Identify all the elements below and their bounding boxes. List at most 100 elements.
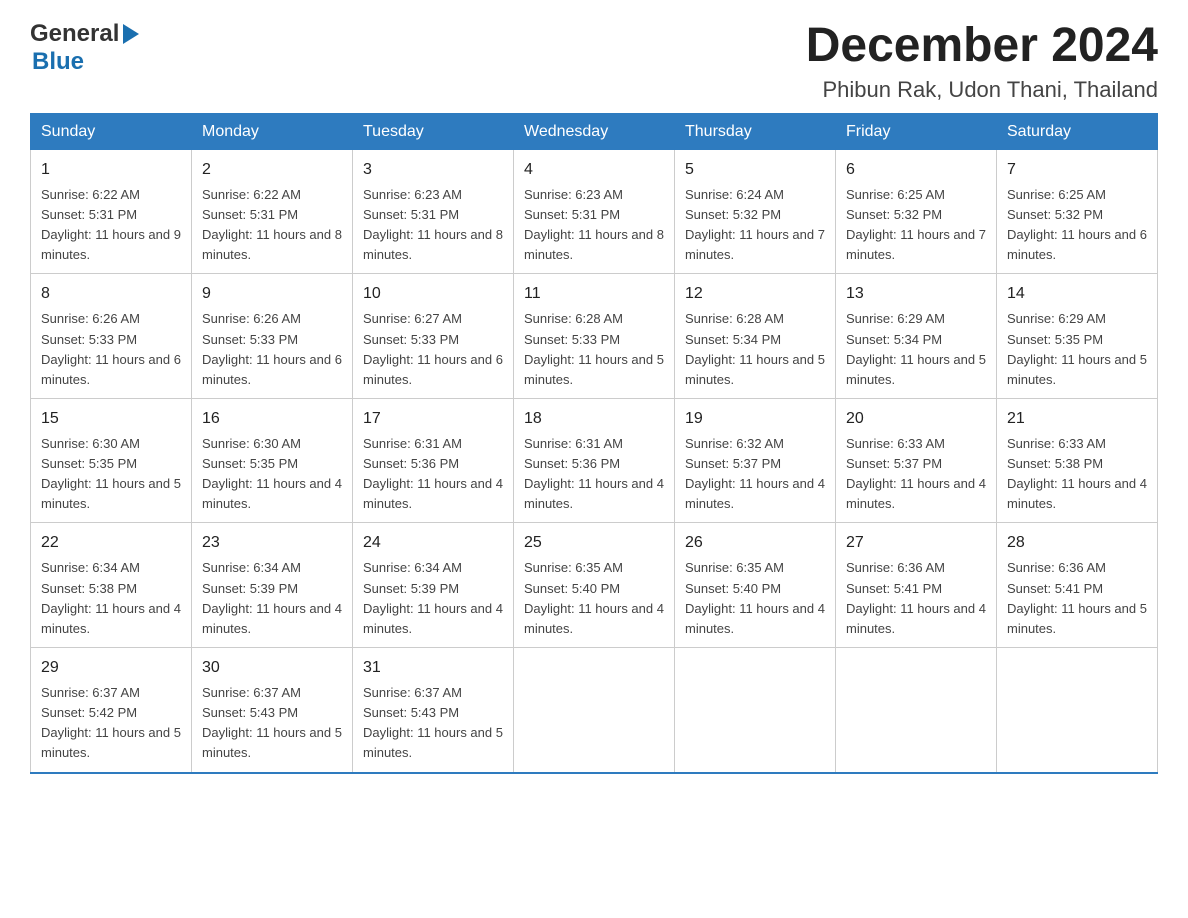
day-cell: 8 Sunrise: 6:26 AMSunset: 5:33 PMDayligh… (31, 274, 192, 399)
date-number: 8 (41, 282, 181, 306)
date-number: 5 (685, 158, 825, 182)
week-row-1: 1 Sunrise: 6:22 AMSunset: 5:31 PMDayligh… (31, 149, 1158, 274)
date-number: 23 (202, 531, 342, 555)
date-number: 2 (202, 158, 342, 182)
week-row-3: 15 Sunrise: 6:30 AMSunset: 5:35 PMDaylig… (31, 398, 1158, 523)
date-number: 16 (202, 407, 342, 431)
date-number: 11 (524, 282, 664, 306)
day-cell: 14 Sunrise: 6:29 AMSunset: 5:35 PMDaylig… (997, 274, 1158, 399)
day-cell: 13 Sunrise: 6:29 AMSunset: 5:34 PMDaylig… (836, 274, 997, 399)
date-number: 14 (1007, 282, 1147, 306)
day-info: Sunrise: 6:22 AMSunset: 5:31 PMDaylight:… (202, 187, 342, 262)
day-info: Sunrise: 6:30 AMSunset: 5:35 PMDaylight:… (202, 436, 342, 511)
day-cell (675, 648, 836, 773)
day-info: Sunrise: 6:26 AMSunset: 5:33 PMDaylight:… (202, 311, 342, 386)
day-header-sunday: Sunday (31, 114, 192, 150)
day-cell: 15 Sunrise: 6:30 AMSunset: 5:35 PMDaylig… (31, 398, 192, 523)
day-info: Sunrise: 6:25 AMSunset: 5:32 PMDaylight:… (846, 187, 986, 262)
day-cell: 3 Sunrise: 6:23 AMSunset: 5:31 PMDayligh… (353, 149, 514, 274)
week-row-4: 22 Sunrise: 6:34 AMSunset: 5:38 PMDaylig… (31, 523, 1158, 648)
day-cell: 24 Sunrise: 6:34 AMSunset: 5:39 PMDaylig… (353, 523, 514, 648)
day-header-wednesday: Wednesday (514, 114, 675, 150)
day-cell: 31 Sunrise: 6:37 AMSunset: 5:43 PMDaylig… (353, 648, 514, 773)
day-cell: 5 Sunrise: 6:24 AMSunset: 5:32 PMDayligh… (675, 149, 836, 274)
day-cell: 2 Sunrise: 6:22 AMSunset: 5:31 PMDayligh… (192, 149, 353, 274)
day-cell: 30 Sunrise: 6:37 AMSunset: 5:43 PMDaylig… (192, 648, 353, 773)
day-info: Sunrise: 6:34 AMSunset: 5:38 PMDaylight:… (41, 560, 181, 635)
day-info: Sunrise: 6:28 AMSunset: 5:33 PMDaylight:… (524, 311, 664, 386)
day-info: Sunrise: 6:33 AMSunset: 5:37 PMDaylight:… (846, 436, 986, 511)
location-subtitle: Phibun Rak, Udon Thani, Thailand (806, 77, 1158, 103)
page-header: General Blue December 2024 Phibun Rak, U… (30, 20, 1158, 103)
day-cell (836, 648, 997, 773)
day-header-tuesday: Tuesday (353, 114, 514, 150)
date-number: 25 (524, 531, 664, 555)
day-cell: 20 Sunrise: 6:33 AMSunset: 5:37 PMDaylig… (836, 398, 997, 523)
day-cell (997, 648, 1158, 773)
day-info: Sunrise: 6:22 AMSunset: 5:31 PMDaylight:… (41, 187, 181, 262)
day-info: Sunrise: 6:37 AMSunset: 5:43 PMDaylight:… (202, 685, 342, 760)
date-number: 30 (202, 656, 342, 680)
logo-arrow-icon (123, 24, 139, 44)
day-cell: 10 Sunrise: 6:27 AMSunset: 5:33 PMDaylig… (353, 274, 514, 399)
day-cell: 9 Sunrise: 6:26 AMSunset: 5:33 PMDayligh… (192, 274, 353, 399)
date-number: 1 (41, 158, 181, 182)
date-number: 19 (685, 407, 825, 431)
week-row-2: 8 Sunrise: 6:26 AMSunset: 5:33 PMDayligh… (31, 274, 1158, 399)
day-info: Sunrise: 6:34 AMSunset: 5:39 PMDaylight:… (202, 560, 342, 635)
date-number: 9 (202, 282, 342, 306)
calendar-table: SundayMondayTuesdayWednesdayThursdayFrid… (30, 113, 1158, 774)
date-number: 27 (846, 531, 986, 555)
title-block: December 2024 Phibun Rak, Udon Thani, Th… (806, 20, 1158, 103)
logo-blue-text: Blue (32, 48, 84, 76)
day-cell: 11 Sunrise: 6:28 AMSunset: 5:33 PMDaylig… (514, 274, 675, 399)
day-info: Sunrise: 6:31 AMSunset: 5:36 PMDaylight:… (524, 436, 664, 511)
day-info: Sunrise: 6:29 AMSunset: 5:35 PMDaylight:… (1007, 311, 1147, 386)
date-number: 21 (1007, 407, 1147, 431)
day-info: Sunrise: 6:30 AMSunset: 5:35 PMDaylight:… (41, 436, 181, 511)
date-number: 12 (685, 282, 825, 306)
day-cell: 26 Sunrise: 6:35 AMSunset: 5:40 PMDaylig… (675, 523, 836, 648)
day-info: Sunrise: 6:23 AMSunset: 5:31 PMDaylight:… (524, 187, 664, 262)
date-number: 10 (363, 282, 503, 306)
date-number: 18 (524, 407, 664, 431)
day-cell: 18 Sunrise: 6:31 AMSunset: 5:36 PMDaylig… (514, 398, 675, 523)
header-row: SundayMondayTuesdayWednesdayThursdayFrid… (31, 114, 1158, 150)
day-info: Sunrise: 6:35 AMSunset: 5:40 PMDaylight:… (685, 560, 825, 635)
week-row-5: 29 Sunrise: 6:37 AMSunset: 5:42 PMDaylig… (31, 648, 1158, 773)
date-number: 15 (41, 407, 181, 431)
day-cell: 21 Sunrise: 6:33 AMSunset: 5:38 PMDaylig… (997, 398, 1158, 523)
date-number: 31 (363, 656, 503, 680)
day-info: Sunrise: 6:28 AMSunset: 5:34 PMDaylight:… (685, 311, 825, 386)
day-cell: 29 Sunrise: 6:37 AMSunset: 5:42 PMDaylig… (31, 648, 192, 773)
day-info: Sunrise: 6:37 AMSunset: 5:42 PMDaylight:… (41, 685, 181, 760)
day-info: Sunrise: 6:29 AMSunset: 5:34 PMDaylight:… (846, 311, 986, 386)
date-number: 28 (1007, 531, 1147, 555)
day-info: Sunrise: 6:36 AMSunset: 5:41 PMDaylight:… (846, 560, 986, 635)
day-cell: 12 Sunrise: 6:28 AMSunset: 5:34 PMDaylig… (675, 274, 836, 399)
day-info: Sunrise: 6:36 AMSunset: 5:41 PMDaylight:… (1007, 560, 1147, 635)
date-number: 13 (846, 282, 986, 306)
day-info: Sunrise: 6:33 AMSunset: 5:38 PMDaylight:… (1007, 436, 1147, 511)
day-cell: 6 Sunrise: 6:25 AMSunset: 5:32 PMDayligh… (836, 149, 997, 274)
day-cell: 7 Sunrise: 6:25 AMSunset: 5:32 PMDayligh… (997, 149, 1158, 274)
day-cell: 25 Sunrise: 6:35 AMSunset: 5:40 PMDaylig… (514, 523, 675, 648)
day-header-friday: Friday (836, 114, 997, 150)
day-info: Sunrise: 6:25 AMSunset: 5:32 PMDaylight:… (1007, 187, 1147, 262)
day-info: Sunrise: 6:24 AMSunset: 5:32 PMDaylight:… (685, 187, 825, 262)
day-info: Sunrise: 6:32 AMSunset: 5:37 PMDaylight:… (685, 436, 825, 511)
day-cell: 17 Sunrise: 6:31 AMSunset: 5:36 PMDaylig… (353, 398, 514, 523)
date-number: 22 (41, 531, 181, 555)
date-number: 6 (846, 158, 986, 182)
day-cell (514, 648, 675, 773)
day-info: Sunrise: 6:31 AMSunset: 5:36 PMDaylight:… (363, 436, 503, 511)
day-cell: 16 Sunrise: 6:30 AMSunset: 5:35 PMDaylig… (192, 398, 353, 523)
day-header-saturday: Saturday (997, 114, 1158, 150)
day-info: Sunrise: 6:26 AMSunset: 5:33 PMDaylight:… (41, 311, 181, 386)
day-cell: 28 Sunrise: 6:36 AMSunset: 5:41 PMDaylig… (997, 523, 1158, 648)
date-number: 20 (846, 407, 986, 431)
day-cell: 1 Sunrise: 6:22 AMSunset: 5:31 PMDayligh… (31, 149, 192, 274)
day-cell: 27 Sunrise: 6:36 AMSunset: 5:41 PMDaylig… (836, 523, 997, 648)
date-number: 4 (524, 158, 664, 182)
day-cell: 4 Sunrise: 6:23 AMSunset: 5:31 PMDayligh… (514, 149, 675, 274)
